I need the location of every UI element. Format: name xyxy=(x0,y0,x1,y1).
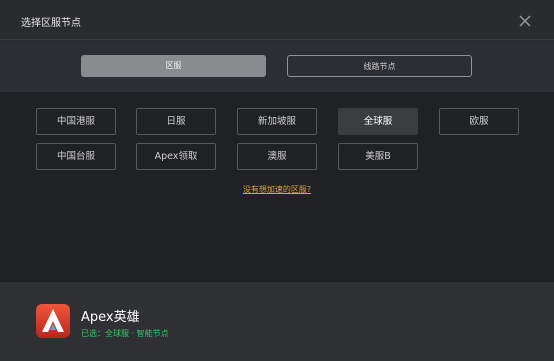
tab-bar: 区服 线路节点 xyxy=(0,41,554,92)
apex-logo-icon xyxy=(36,304,70,338)
tab-region[interactable]: 区服 xyxy=(81,55,266,77)
server-option-apex-claim[interactable]: Apex领取 xyxy=(136,143,216,170)
server-option-sg[interactable]: 新加坡服 xyxy=(237,108,317,135)
close-button[interactable] xyxy=(515,11,535,31)
server-option-tw[interactable]: 中国台服 xyxy=(36,143,116,170)
server-option-global[interactable]: 全球服 xyxy=(338,108,418,135)
server-option-au[interactable]: 澳服 xyxy=(237,143,317,170)
server-option-eu[interactable]: 欧服 xyxy=(439,108,519,135)
selected-server-status: 已选：全球服 · 智能节点 xyxy=(81,329,169,338)
server-option-us-b[interactable]: 美服B xyxy=(338,143,418,170)
server-option-hk[interactable]: 中国港服 xyxy=(36,108,116,135)
selected-game-bar: Apex英雄 已选：全球服 · 智能节点 xyxy=(0,282,554,361)
game-name: Apex英雄 xyxy=(81,310,140,325)
server-select-dialog: 选择区服节点 区服 线路节点 中国港服 日服 新加坡服 全球服 欧服 中国台服 … xyxy=(0,0,554,361)
server-option-jp[interactable]: 日服 xyxy=(136,108,216,135)
dialog-titlebar: 选择区服节点 xyxy=(0,0,554,40)
server-list-panel: 中国港服 日服 新加坡服 全球服 欧服 中国台服 Apex领取 澳服 美服B 没… xyxy=(0,92,554,282)
tab-line-node[interactable]: 线路节点 xyxy=(287,55,472,77)
dialog-title: 选择区服节点 xyxy=(21,18,81,29)
missing-server-link[interactable]: 没有想加速的区服? xyxy=(0,184,554,195)
close-icon xyxy=(519,15,531,27)
